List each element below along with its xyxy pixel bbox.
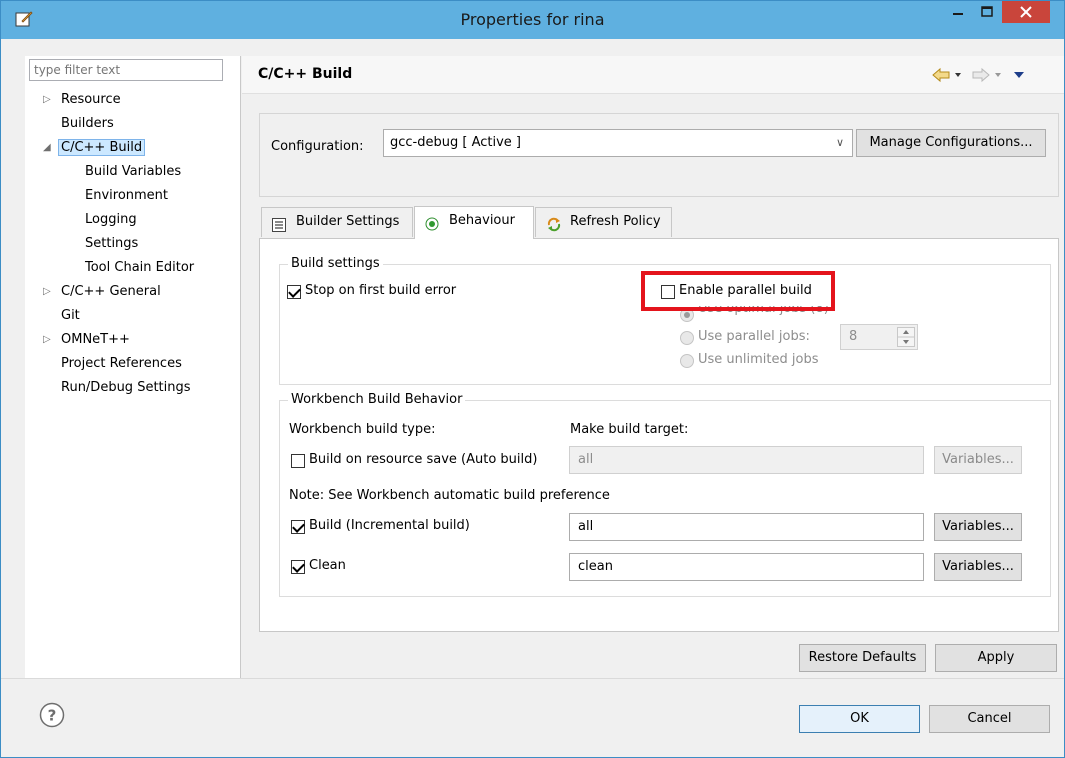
minimize-button[interactable] — [944, 1, 972, 23]
properties-dialog: Properties for rina ▷ Resource Builders ◢ C/… — [0, 0, 1065, 758]
tree-item[interactable]: Environment — [85, 185, 168, 207]
collapse-arrow-icon[interactable]: ◢ — [43, 137, 51, 159]
configuration-panel: Configuration: gcc-debug [ Active ] ∨ Ma… — [259, 113, 1059, 197]
tree-item-label: C/C++ Build — [58, 139, 146, 156]
tab-refresh-policy[interactable]: Refresh Policy — [535, 207, 672, 237]
tree-item[interactable]: ▷ C/C++ General — [43, 281, 161, 303]
workbench-build-behavior-group: Workbench Build Behavior Workbench build… — [279, 392, 1051, 597]
tab-label: Refresh Policy — [570, 214, 661, 229]
tree-item-label: Run/Debug Settings — [61, 380, 191, 395]
tree-item-label: Tool Chain Editor — [85, 260, 195, 275]
tree-item-label: Build Variables — [85, 164, 182, 179]
tree-item[interactable]: Run/Debug Settings — [61, 377, 191, 399]
parallel-jobs-spinner[interactable]: 8 — [840, 324, 918, 350]
unlimited-jobs-label: Use unlimited jobs — [698, 352, 819, 367]
tab-label: Builder Settings — [296, 214, 400, 229]
configuration-value: gcc-debug [ Active ] — [390, 135, 521, 150]
filter-input[interactable] — [29, 59, 223, 81]
tree-item[interactable]: ▷ Resource — [43, 89, 121, 111]
clean-checkbox[interactable] — [291, 560, 305, 574]
navigation-arrows — [931, 66, 1061, 88]
tree-item-label: Settings — [85, 236, 139, 251]
expand-arrow-icon[interactable]: ▷ — [43, 329, 51, 351]
incremental-build-target-value: all — [578, 519, 594, 534]
tree-item-label: Project References — [61, 356, 182, 371]
tree-item[interactable]: ◢ C/C++ Build — [43, 137, 146, 159]
behaviour-panel: Build settings Stop on first build error… — [259, 238, 1059, 632]
tree-item[interactable]: Build Variables — [85, 161, 181, 183]
configuration-label: Configuration: — [271, 139, 364, 154]
tree-item-label: Resource — [61, 92, 121, 107]
close-button[interactable] — [1002, 1, 1050, 23]
tab-behaviour[interactable]: Behaviour — [414, 206, 534, 239]
manage-configurations-button[interactable]: Manage Configurations... — [856, 129, 1046, 157]
chevron-down-icon: ∨ — [835, 136, 844, 149]
auto-build-target-value: all — [578, 452, 594, 467]
tree-item-label: Git — [61, 308, 80, 323]
apply-button[interactable]: Apply — [935, 644, 1057, 672]
expand-arrow-icon[interactable]: ▷ — [43, 89, 51, 111]
parallel-jobs-radio[interactable] — [680, 331, 694, 345]
clean-variables-button[interactable]: Variables... — [934, 553, 1022, 581]
tree-item[interactable]: Settings — [85, 233, 138, 255]
svg-text:?: ? — [48, 707, 57, 725]
configuration-select[interactable]: gcc-debug [ Active ] ∨ — [383, 129, 853, 157]
clean-target-value: clean — [578, 559, 613, 574]
content-pane: C/C++ Build Configuration: gcc-debug [A… — [242, 56, 1064, 678]
tab-label: Behaviour — [449, 213, 515, 228]
tree-item[interactable]: Project References — [61, 353, 182, 375]
tree-item[interactable]: ▷ OMNeT++ — [43, 329, 130, 351]
incremental-variables-button[interactable]: Variables... — [934, 513, 1022, 541]
radio-dot-icon — [425, 214, 439, 242]
incremental-build-checkbox[interactable] — [291, 520, 305, 534]
navigation-pane: ▷ Resource Builders ◢ C/C++ Build Build Varia… — [25, 56, 241, 678]
incremental-build-target-input[interactable]: all — [569, 513, 924, 541]
window-title: Properties for rina — [460, 10, 605, 29]
tree-item-label: C/C++ General — [61, 284, 161, 299]
spinner-arrows-icon[interactable] — [897, 327, 915, 351]
restore-defaults-button[interactable]: Restore Defaults — [799, 644, 926, 672]
auto-build-target-input[interactable]: all — [569, 446, 924, 474]
tree-item-label: Environment — [85, 188, 169, 203]
tree-item[interactable]: Builders — [61, 113, 114, 135]
parallel-jobs-label: Use parallel jobs: — [698, 329, 810, 344]
tree-item-label: Builders — [61, 116, 114, 131]
tree-item-label: Logging — [85, 212, 137, 227]
clean-target-input[interactable]: clean — [569, 553, 924, 581]
bottom-separator — [1, 678, 1064, 679]
incremental-build-label: Build (Incremental build) — [309, 518, 470, 533]
page-header: C/C++ Build — [242, 56, 1064, 94]
title-bar[interactable]: Properties for rina — [1, 1, 1064, 39]
ok-button[interactable]: OK — [799, 705, 920, 733]
tab-builder-settings[interactable]: Builder Settings — [261, 207, 413, 237]
auto-build-variables-button[interactable]: Variables... — [934, 446, 1022, 474]
workbench-note: Note: See Workbench automatic build pref… — [289, 488, 610, 503]
cancel-button[interactable]: Cancel — [929, 705, 1050, 733]
highlight-box — [641, 271, 835, 311]
page-title: C/C++ Build — [258, 66, 353, 82]
parallel-jobs-value: 8 — [849, 329, 858, 344]
tree-item-label: OMNeT++ — [61, 332, 130, 347]
unlimited-jobs-radio[interactable] — [680, 354, 694, 368]
stop-on-error-label: Stop on first build error — [305, 283, 457, 298]
build-settings-legend: Build settings — [288, 256, 383, 271]
tree-item[interactable]: Logging — [85, 209, 137, 231]
forward-arrow-icon[interactable] — [972, 67, 1001, 83]
tree-item[interactable]: Tool Chain Editor — [85, 257, 194, 279]
build-type-label: Workbench build type: — [289, 422, 436, 437]
view-menu-icon[interactable] — [1014, 72, 1024, 78]
auto-build-label: Build on resource save (Auto build) — [309, 452, 538, 467]
back-arrow-icon[interactable] — [932, 67, 961, 83]
make-target-label: Make build target: — [570, 422, 689, 437]
workbench-legend: Workbench Build Behavior — [288, 392, 466, 407]
maximize-button[interactable] — [973, 1, 1001, 23]
expand-arrow-icon[interactable]: ▷ — [43, 281, 51, 303]
auto-build-checkbox[interactable] — [291, 454, 305, 468]
help-icon[interactable]: ? — [39, 702, 65, 732]
stop-on-error-checkbox[interactable] — [287, 285, 301, 299]
tree-item[interactable]: Git — [61, 305, 80, 327]
clean-label: Clean — [309, 558, 346, 573]
